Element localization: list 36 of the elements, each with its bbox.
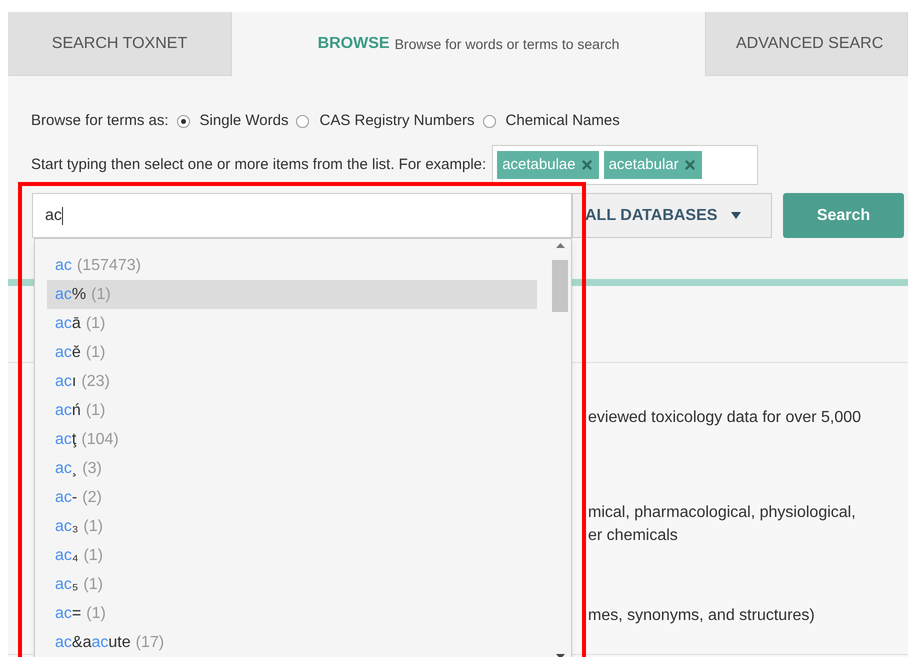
suggestion-item[interactable]: ac¸ (3) bbox=[47, 454, 537, 483]
search-field[interactable]: ac bbox=[32, 193, 572, 238]
suggestion-item[interactable]: acţ (104) bbox=[47, 425, 537, 454]
description-text: er chemicals bbox=[588, 526, 679, 546]
description-text: eviewed toxicology data for over 5,000 bbox=[588, 408, 862, 428]
radio-button[interactable] bbox=[176, 114, 190, 128]
suggestion-item[interactable]: ac- (2) bbox=[47, 483, 537, 512]
suggestion-item[interactable]: acń (1) bbox=[47, 396, 537, 425]
suggestion-item[interactable]: ac₅ (1) bbox=[47, 570, 537, 599]
tab[interactable]: ADVANCED SEARC bbox=[706, 12, 908, 76]
close-icon[interactable] bbox=[682, 158, 697, 172]
suggestion-item[interactable]: ac&aacute (17) bbox=[47, 628, 537, 657]
suggestion-item[interactable]: acě (1) bbox=[47, 338, 537, 367]
database-dropdown[interactable]: ALL DATABASES bbox=[572, 193, 772, 238]
radio-option[interactable]: CAS Registry Numbers bbox=[296, 110, 475, 132]
suggestion-item[interactable]: ac% (1) bbox=[47, 280, 537, 309]
scrollbar[interactable] bbox=[551, 243, 569, 657]
description-text: mes, synonyms, and structures) bbox=[588, 606, 816, 626]
caret-icon bbox=[731, 212, 742, 219]
tab[interactable]: SEARCH TOXNET bbox=[8, 12, 232, 76]
suggestion-item[interactable]: ac₄ (1) bbox=[47, 541, 537, 570]
browse-label: Browse for terms as: bbox=[31, 110, 169, 131]
radio-button[interactable] bbox=[296, 114, 310, 128]
radio-button[interactable] bbox=[482, 114, 496, 128]
suggestion-item[interactable]: acı (23) bbox=[47, 367, 537, 396]
description-text: mical, pharmacological, physiological, bbox=[588, 503, 857, 523]
radio-option[interactable]: Chemical Names bbox=[482, 110, 620, 132]
suggestion-item[interactable]: ac= (1) bbox=[47, 599, 537, 628]
tab[interactable]: BROWSE Browse for words or terms to search bbox=[232, 12, 706, 76]
example-label: Start typing then select one or more items from the list. For example: bbox=[31, 154, 486, 175]
suggestion-item[interactable]: ac₃ (1) bbox=[47, 512, 537, 541]
suggestion-item[interactable]: acā (1) bbox=[47, 309, 537, 338]
scrollbar-thumb[interactable] bbox=[552, 260, 568, 312]
close-icon[interactable] bbox=[580, 158, 594, 172]
radio-option[interactable]: Single Words bbox=[176, 110, 288, 132]
scroll-up-icon[interactable] bbox=[556, 243, 564, 248]
